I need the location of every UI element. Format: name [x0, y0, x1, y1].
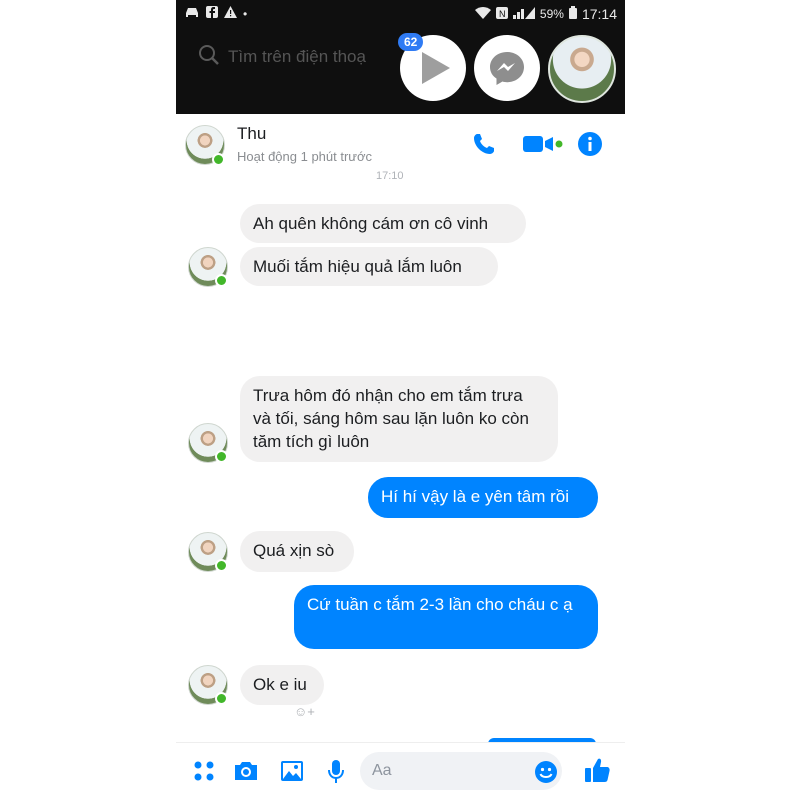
contact-chat-head[interactable]: [548, 35, 616, 103]
search-bar[interactable]: Tìm trên điện thoạ: [198, 42, 398, 72]
online-indicator: [215, 692, 228, 705]
composer-bar: [176, 742, 625, 800]
contact-status: Hoạt động 1 phút trước: [237, 149, 373, 164]
like-thumb-icon[interactable]: [584, 756, 610, 789]
messenger-screen: • N 59% 17:14 Tìm trên điện thoạ 62 Thu …: [176, 0, 625, 800]
svg-text:N: N: [499, 9, 506, 19]
clock-time: 17:14: [581, 6, 617, 22]
microphone-icon[interactable]: [326, 759, 346, 790]
messenger-chat-head[interactable]: [474, 35, 540, 101]
signal-icon: [512, 6, 535, 22]
online-indicator: [215, 274, 228, 287]
online-indicator: [215, 559, 228, 572]
camera-icon[interactable]: [233, 759, 259, 788]
online-indicator: [215, 450, 228, 463]
phone-call-icon[interactable]: [472, 132, 496, 161]
message-bubble-incoming[interactable]: Ok e iu: [240, 665, 324, 705]
info-icon[interactable]: [578, 132, 602, 161]
contact-name[interactable]: Thu: [237, 124, 266, 144]
emoji-icon[interactable]: [534, 760, 558, 789]
alert-icon: [224, 6, 237, 21]
nfc-icon: N: [495, 6, 508, 22]
more-apps-icon[interactable]: [192, 759, 216, 788]
message-bubble-incoming[interactable]: Ah quên không cám ơn cô vinh: [240, 204, 526, 243]
notification-badge: 62: [398, 33, 424, 51]
top-overlay: • N 59% 17:14 Tìm trên điện thoạ 62: [176, 0, 625, 118]
video-call-icon[interactable]: [523, 132, 565, 161]
status-bar: • N 59% 17:14: [176, 0, 625, 28]
message-bubble-incoming[interactable]: Trưa hôm đó nhận cho em tắm trưa và tối,…: [240, 376, 558, 462]
dot-icon: •: [243, 6, 248, 21]
search-icon: [198, 44, 220, 71]
gallery-icon[interactable]: [280, 759, 304, 788]
message-bubble-outgoing[interactable]: Cứ tuần c tắm 2-3 lần cho cháu c ạ: [294, 585, 598, 649]
message-input[interactable]: [360, 752, 562, 790]
add-reaction-icon[interactable]: ☺+: [294, 704, 315, 719]
message-bubble-incoming[interactable]: Quá xịn sò: [240, 531, 354, 572]
status-right: N 59% 17:14: [474, 6, 617, 22]
facebook-icon: [206, 6, 218, 21]
online-indicator: [212, 153, 225, 166]
wifi-icon: [474, 6, 491, 22]
car-icon: [184, 6, 200, 21]
battery-percent: 59%: [539, 7, 564, 21]
conversation-header: Thu Hoạt động 1 phút trước: [176, 114, 625, 176]
status-left: •: [184, 6, 247, 21]
message-bubble-outgoing[interactable]: Hí hí vậy là e yên tâm rồi: [368, 477, 598, 518]
battery-icon: [568, 6, 577, 22]
message-timestamp: 17:10: [376, 170, 404, 182]
message-list[interactable]: 17:10 Ah quên không cám ơn cô vinh Muối …: [176, 170, 625, 744]
message-bubble-incoming[interactable]: Muối tắm hiệu quả lắm luôn: [240, 247, 498, 286]
search-placeholder: Tìm trên điện thoạ: [228, 47, 366, 66]
messenger-icon: [490, 52, 524, 85]
